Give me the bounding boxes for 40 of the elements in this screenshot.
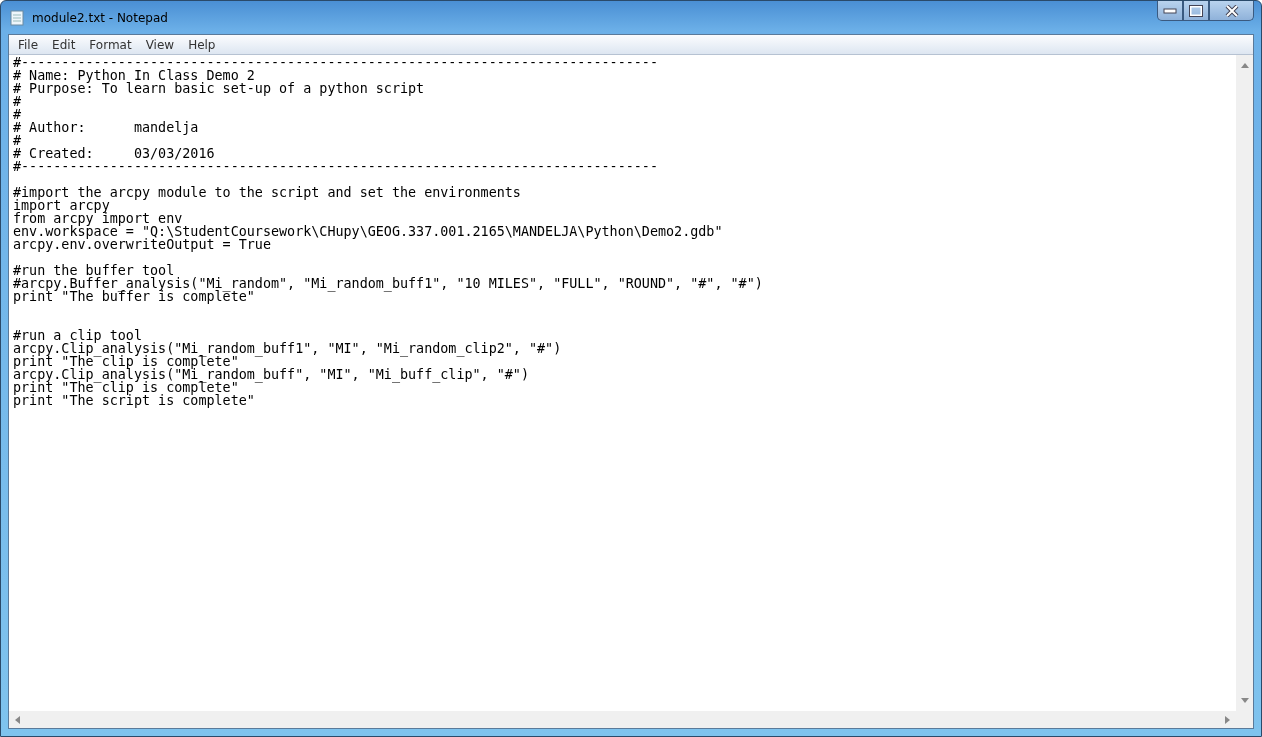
scroll-left-icon[interactable]: [15, 715, 20, 724]
scroll-up-icon[interactable]: [1240, 63, 1249, 68]
code-line: #: [13, 95, 23, 108]
scroll-down-icon[interactable]: [1240, 698, 1249, 703]
code-line: print "The script is complete": [13, 394, 256, 407]
code-line: #: [13, 134, 23, 147]
maximize-button[interactable]: [1183, 1, 1209, 21]
code-line: arcpy.env.overwriteOutput = True: [13, 238, 271, 251]
minimize-button[interactable]: [1157, 1, 1183, 21]
menu-item[interactable]: Format: [82, 37, 139, 52]
close-icon: [1223, 4, 1240, 17]
code-line: env.workspace = "Q:\StudentCoursework\CHupy\GEOG.337.001.2165\MANDELJA\Python\Demo2.gdb": [13, 225, 724, 238]
code-line: print "The buffer is complete": [13, 290, 255, 303]
code-line: #-------------------------------------------------------------------------------: [13, 160, 659, 173]
code-line: #arcpy.Buffer_analysis("Mi_random", "Mi_random_buff1", "10 MILES", "FULL", "ROUND", "#", "#"): [13, 277, 764, 290]
code-line: # Name: Python In Class Demo 2: [13, 69, 255, 82]
code-line: # Purpose: To learn basic set-up of a python script: [13, 82, 426, 95]
code-line: #run a clip tool: [13, 329, 142, 342]
window-title: module2.txt - Notepad: [32, 10, 168, 25]
close-button[interactable]: [1209, 1, 1254, 21]
code-line: #-------------------------------------------------------------------------------: [13, 56, 659, 69]
code-line: # Author: mandelja: [13, 121, 200, 134]
vertical-scrollbar[interactable]: [1236, 55, 1253, 711]
horizontal-scrollbar[interactable]: [9, 711, 1236, 728]
menu-item[interactable]: File: [11, 37, 46, 52]
code-line: #run the buffer tool: [13, 264, 175, 277]
menu-item[interactable]: Edit: [45, 37, 83, 52]
scroll-right-icon[interactable]: [1225, 715, 1230, 724]
minimize-icon: [1163, 7, 1177, 14]
code-line: import arcpy: [13, 199, 110, 212]
code-line: #import the arcpy module to the script and set the environments: [13, 186, 522, 199]
code-line: arcpy.Clip_analysis("Mi_random_buff1", "MI", "Mi_random_clip2", "#"): [13, 342, 563, 355]
maximize-icon: [1189, 4, 1203, 17]
code-line: arcpy.Clip_analysis("Mi_random_buff", "MI", "Mi_buff_clip", "#"): [13, 368, 530, 381]
code-line: from arcpy import env: [13, 212, 183, 225]
notepad-icon: [10, 9, 24, 26]
code-line: # Created: 03/03/2016: [13, 147, 216, 160]
menu-item[interactable]: Help: [181, 37, 223, 52]
menu-item[interactable]: View: [138, 37, 182, 52]
code-line: #: [13, 108, 23, 121]
